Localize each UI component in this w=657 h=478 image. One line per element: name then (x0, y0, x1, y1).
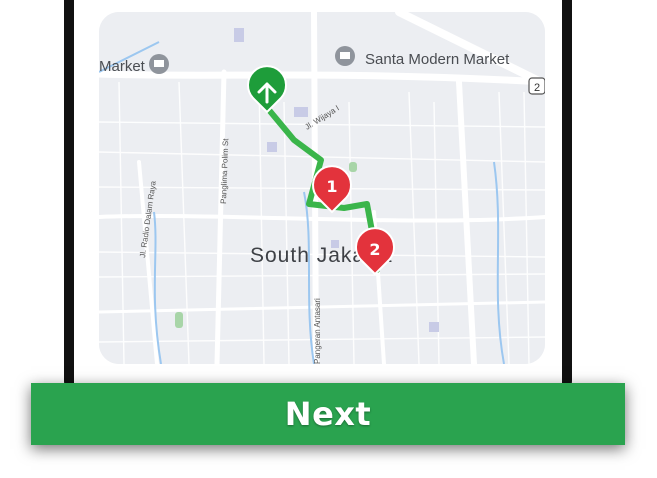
route-map[interactable]: 2 Market Santa Modern Market South Jakar… (99, 12, 545, 364)
santa-market-label: Santa Modern Market (365, 51, 510, 68)
market-label: Market (99, 58, 146, 75)
svg-text:2: 2 (534, 82, 540, 94)
street-label-antasari: Pangeran Antasari (313, 298, 322, 364)
next-button-label: Next (284, 395, 372, 433)
next-button[interactable]: Next (31, 383, 625, 445)
santa-market-poi-icon (335, 46, 355, 66)
svg-text:1: 1 (326, 177, 337, 196)
market-poi-icon (149, 54, 169, 74)
svg-text:2: 2 (369, 240, 380, 259)
road-number-badge: 2 (528, 77, 545, 95)
